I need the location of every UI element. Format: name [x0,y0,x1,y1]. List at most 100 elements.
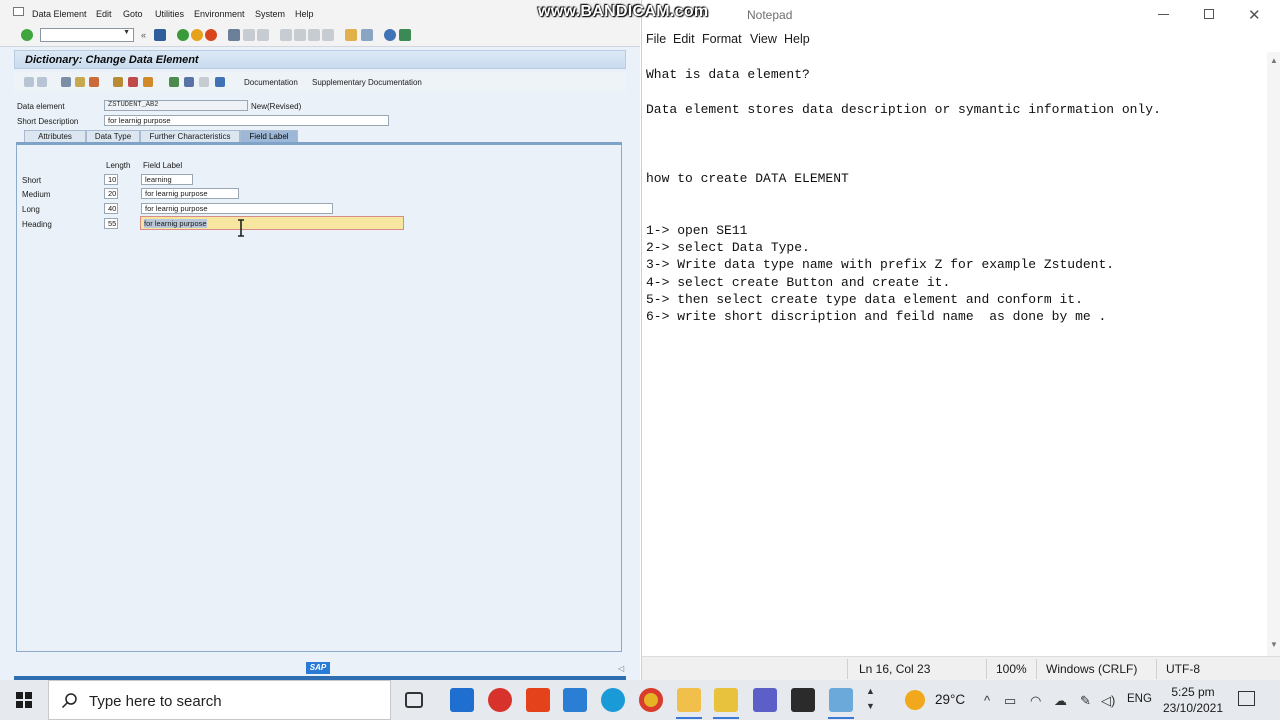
new-session-icon[interactable] [345,29,357,41]
clock[interactable]: 5:25 pm 23/10/2021 [1160,684,1226,716]
menu-system[interactable]: System [255,9,285,19]
length-short-input[interactable]: 10 [104,174,118,185]
display-change-icon[interactable] [61,77,71,87]
check-icon[interactable] [89,77,99,87]
menu-edit[interactable]: Edit [96,9,112,19]
short-description-label: Short Description [17,117,79,126]
close-icon[interactable]: ✕ [1248,6,1261,24]
text-line [646,135,1256,152]
wifi-icon[interactable]: ◠ [1030,693,1041,709]
vscode-icon[interactable] [563,688,587,712]
weather-icon[interactable] [905,690,925,710]
back-arrow-icon[interactable] [24,77,34,87]
mail-app-icon[interactable] [450,688,474,712]
minimize-icon[interactable] [1158,14,1169,15]
info-icon[interactable] [215,77,225,87]
clock-date: 23/10/2021 [1162,701,1224,715]
task-view-icon[interactable] [405,692,423,708]
help-icon[interactable] [384,29,396,41]
taskbar-search-box[interactable]: Type here to search [48,680,391,720]
first-page-icon[interactable] [280,29,292,41]
tab-attributes[interactable]: Attributes [24,130,86,142]
previous-page-icon[interactable] [294,29,306,41]
notifications-icon[interactable] [1238,691,1255,706]
sap-system-menu-icon[interactable] [13,7,24,16]
edge-icon[interactable] [601,688,625,712]
weather-temperature[interactable]: 29°C [935,692,965,707]
menu-data-element[interactable]: Data Element [32,9,87,19]
menu-utilities[interactable]: Utilities [155,9,184,19]
layout-settings-icon[interactable] [399,29,411,41]
onedrive-icon[interactable]: ☁ [1054,693,1067,709]
scroll-down-icon[interactable]: ▼ [1270,640,1278,649]
field-label-heading-input[interactable]: for learnig purpose [140,216,404,230]
maximize-icon[interactable] [1204,9,1214,19]
scroll-taskbar-icon[interactable]: ▲ ▼ [866,684,875,714]
vertical-scrollbar[interactable]: ▲ ▼ [1267,52,1280,656]
sap-logon-icon[interactable] [829,688,853,712]
battery-icon[interactable]: ▭ [1004,693,1016,709]
line-ending: Windows (CRLF) [1046,662,1138,676]
sticky-notes-icon[interactable] [714,688,738,712]
short-description-input[interactable]: for learnig purpose [104,115,389,126]
windows-start-icon[interactable] [16,692,32,708]
save-icon[interactable] [154,29,166,41]
back-icon[interactable] [177,29,189,41]
media-player-icon[interactable] [791,688,815,712]
text-editor-area[interactable]: What is data element? Data element store… [646,66,1256,656]
print-icon[interactable] [228,29,240,41]
field-label-long-input[interactable]: for learnig purpose [141,203,333,214]
tab-field-label[interactable]: Field Label [240,130,298,142]
object-list-icon[interactable] [184,77,194,87]
shortcut-icon[interactable] [361,29,373,41]
menu-environment[interactable]: Environment [194,9,245,19]
tab-data-type[interactable]: Data Type [86,130,140,142]
last-page-icon[interactable] [322,29,334,41]
length-heading-input[interactable]: 55 [104,218,118,229]
edit-pencil-icon[interactable] [128,77,138,87]
menu-help[interactable]: Help [295,9,314,19]
menu-edit[interactable]: Edit [673,32,695,46]
exit-icon[interactable] [191,29,203,41]
chevron-down-icon[interactable]: ▼ [123,29,130,36]
find-next-icon[interactable] [257,29,269,41]
other-object-icon[interactable] [75,77,85,87]
collapse-icon[interactable]: « [141,29,149,41]
menu-format[interactable]: Format [702,32,742,46]
find-icon[interactable] [243,29,255,41]
text-line [646,204,1256,221]
volume-icon[interactable]: ◁) [1101,693,1115,709]
menu-view[interactable]: View [750,32,777,46]
notepad-window: Notepad ✕ File Edit Format View Help Wha… [641,0,1280,681]
menu-help[interactable]: Help [784,32,810,46]
hierarchy-icon[interactable] [169,77,179,87]
length-medium-input[interactable]: 20 [104,188,118,199]
window-title: Notepad [747,8,793,22]
supplementary-documentation-button[interactable]: Supplementary Documentation [312,78,422,87]
show-hidden-icons-icon[interactable]: ^ [984,693,990,708]
display-object-icon[interactable] [199,77,209,87]
enter-check-icon[interactable] [21,29,33,41]
where-used-icon[interactable] [143,77,153,87]
input-language[interactable]: ENG [1127,693,1152,705]
next-page-icon[interactable] [308,29,320,41]
menu-file[interactable]: File [646,32,666,46]
office-icon[interactable] [526,688,550,712]
teams-icon[interactable] [753,688,777,712]
collapse-arrow-icon[interactable]: ◁ [618,664,624,673]
field-label-medium-input[interactable]: for learnig purpose [141,188,239,199]
command-field[interactable]: ▼ [40,28,134,42]
file-explorer-icon[interactable] [677,688,701,712]
length-long-input[interactable]: 40 [104,203,118,214]
screen-recorder-icon[interactable] [488,688,512,712]
menu-goto[interactable]: Goto [123,9,143,19]
scroll-up-icon[interactable]: ▲ [1270,56,1278,65]
tab-further-characteristics[interactable]: Further Characteristics [140,130,240,142]
documentation-button[interactable]: Documentation [244,78,298,87]
field-label-short-input[interactable]: learning [141,174,193,185]
pen-icon[interactable]: ✎ [1080,693,1091,709]
forward-arrow-icon[interactable] [37,77,47,87]
activate-icon[interactable] [113,77,123,87]
chrome-icon[interactable] [639,688,663,712]
cancel-icon[interactable] [205,29,217,41]
